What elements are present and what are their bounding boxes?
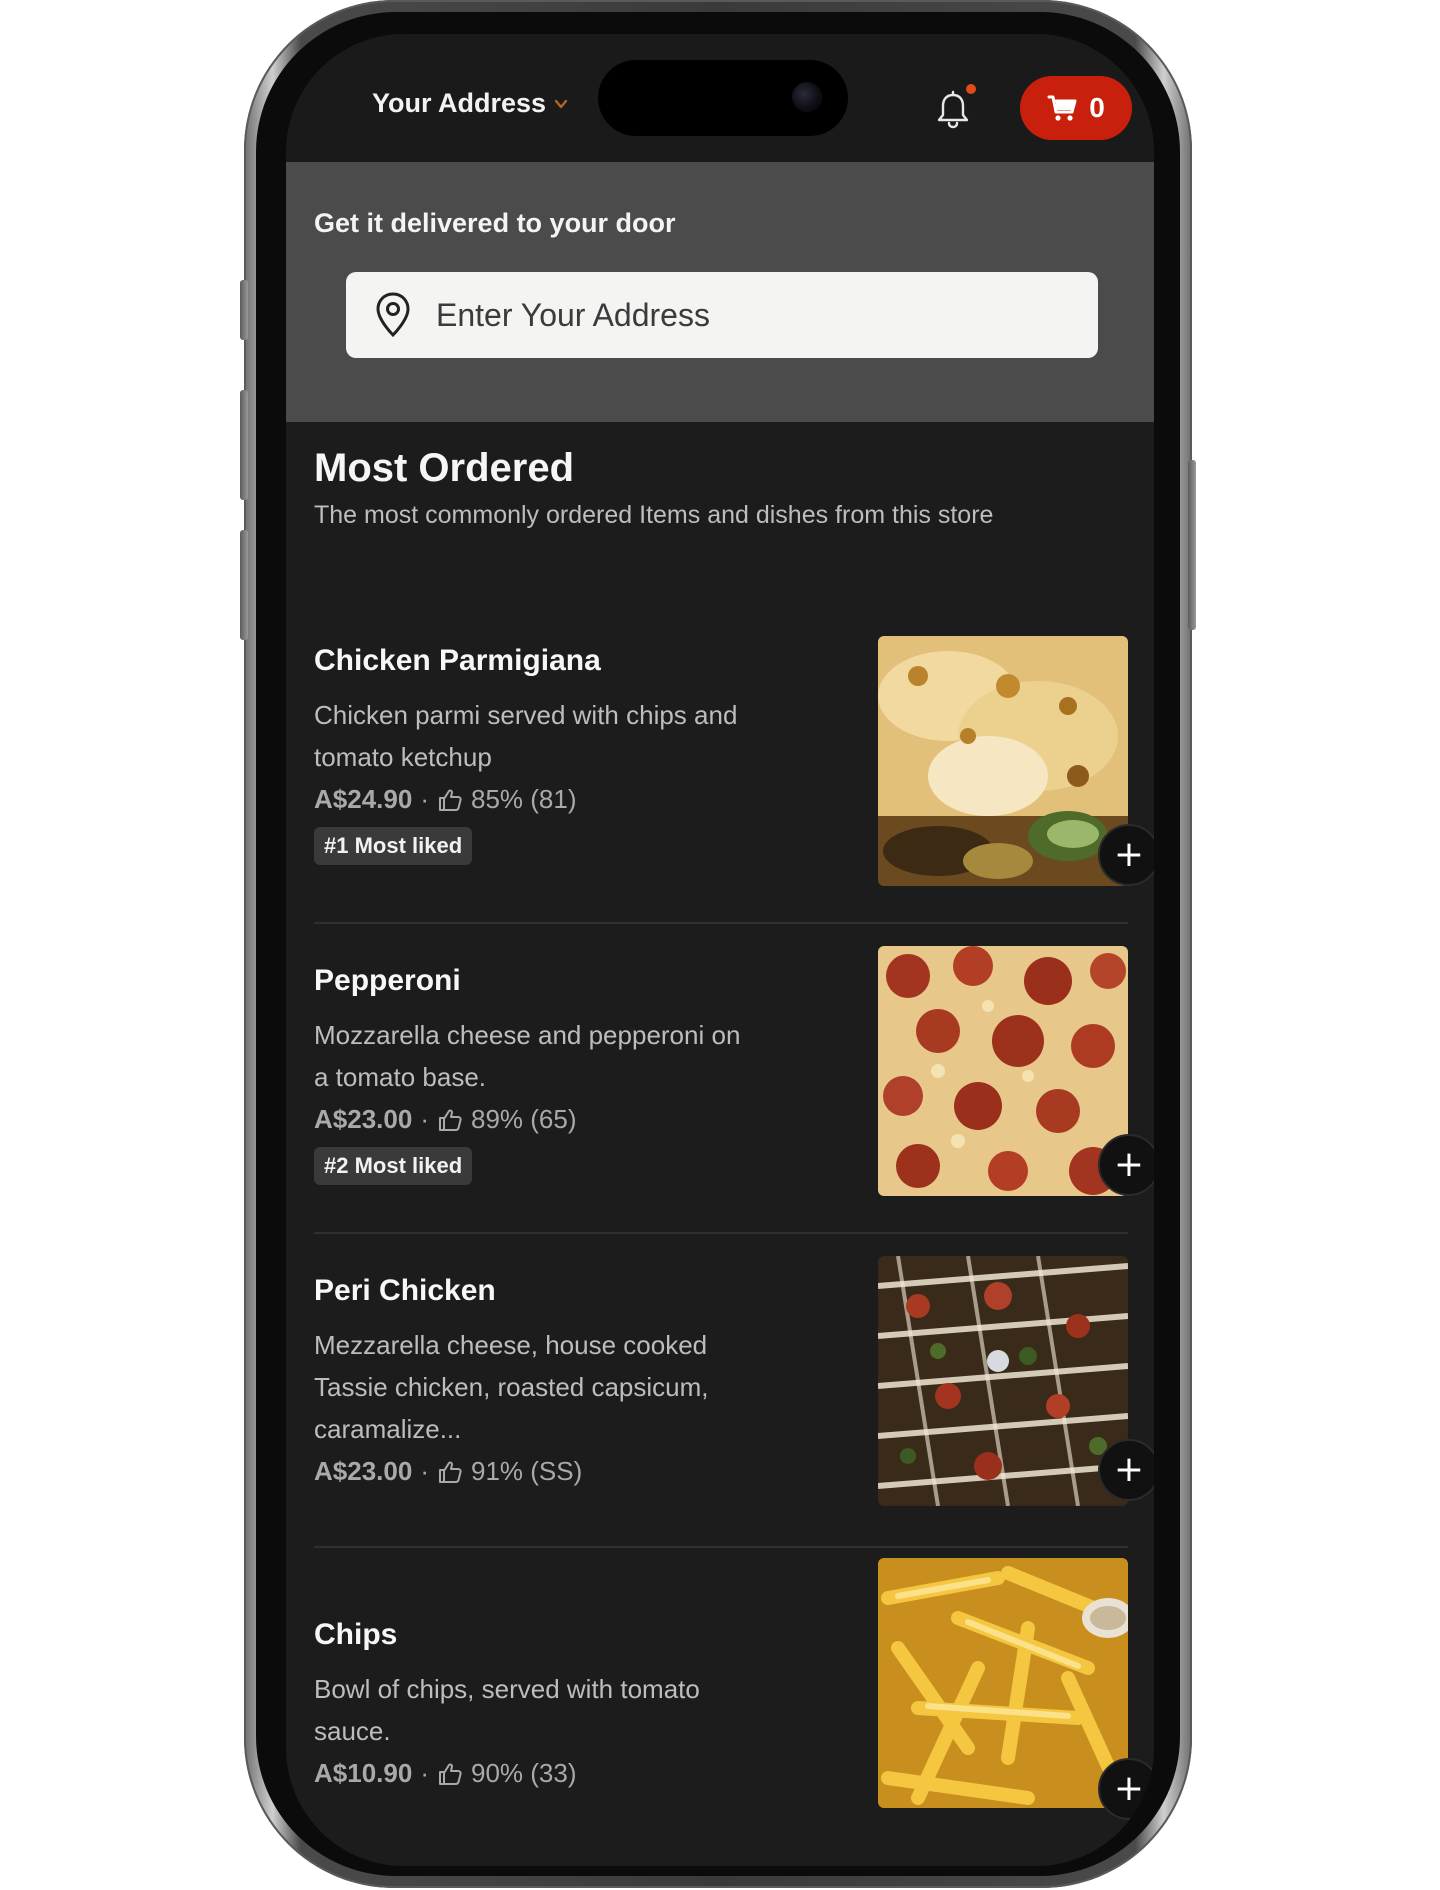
item-photo (878, 636, 1128, 886)
separator: · (420, 1456, 429, 1486)
item-text: Pepperoni Mozzarella cheese and pepperon… (314, 964, 754, 1185)
separator: · (420, 784, 429, 814)
plus-icon: + (1113, 1768, 1145, 1809)
stage: Your Address 0 Get it delivered to your … (0, 0, 1440, 1890)
item-price: A$23.00 (314, 1456, 413, 1486)
item-name: Pepperoni (314, 964, 461, 997)
address-selector[interactable]: Your Address (372, 88, 568, 119)
item-meta: A$10.90 · 90% (33) (314, 1758, 754, 1789)
address-input[interactable] (434, 295, 1078, 335)
item-photo (878, 946, 1128, 1196)
item-name: Chips (314, 1618, 398, 1651)
bell-icon[interactable] (936, 90, 970, 130)
item-rating: 90% (33) (470, 1758, 577, 1788)
menu-item-peri-chicken[interactable]: Peri Chicken Mezzarella cheese, house co… (286, 1234, 1154, 1534)
separator: · (420, 1104, 429, 1134)
menu-item-pepperoni[interactable]: Pepperoni Mozzarella cheese and pepperon… (286, 924, 1154, 1224)
plus-icon: + (1113, 1144, 1145, 1185)
pepperoni-pizza-image (878, 946, 1128, 1196)
item-photo (878, 1558, 1128, 1808)
cart-button[interactable]: 0 (1020, 76, 1132, 140)
thumbs-up-icon (438, 1461, 462, 1483)
item-price: A$10.90 (314, 1758, 413, 1788)
item-meta: A$23.00 · 89% (65) (314, 1104, 754, 1135)
power-button (1188, 460, 1196, 630)
item-photo (878, 1256, 1128, 1506)
delivery-section: Get it delivered to your door (286, 162, 1154, 422)
item-description: Bowl of chips, served with tomato sauce. (314, 1674, 700, 1746)
volume-down-button (240, 530, 248, 640)
item-description: Mozzarella cheese and pepperoni on a tom… (314, 1020, 741, 1092)
item-rating: 85% (81) (470, 784, 577, 814)
cart-icon (1047, 95, 1077, 121)
add-to-cart-button[interactable]: + (1098, 1439, 1154, 1501)
thumbs-up-icon (438, 789, 462, 811)
camera-lens (792, 82, 822, 112)
plus-icon: + (1113, 834, 1145, 875)
item-text: Chicken Parmigiana Chicken parmi served … (314, 644, 754, 865)
location-pin-icon (376, 292, 410, 338)
section-subtitle: The most commonly ordered Items and dish… (314, 501, 994, 529)
thumbs-up-icon (438, 1109, 462, 1131)
delivery-title: Get it delivered to your door (314, 208, 676, 238)
add-to-cart-button[interactable]: + (1098, 1758, 1154, 1820)
most-ordered-header: Most Ordered The most commonly ordered I… (314, 446, 993, 530)
notification-dot (966, 84, 976, 94)
item-name: Chicken Parmigiana (314, 644, 601, 677)
menu-item-chicken-parmigiana[interactable]: Chicken Parmigiana Chicken parmi served … (286, 614, 1154, 914)
item-rating: 91% (SS) (470, 1456, 583, 1486)
item-name: Peri Chicken (314, 1274, 496, 1307)
chevron-down-icon (554, 99, 568, 108)
item-meta: A$23.00 · 91% (SS) (314, 1456, 754, 1487)
chicken-parmigiana-image (878, 636, 1128, 886)
address-label: Your Address (372, 88, 547, 118)
item-description: Mezzarella cheese, house cooked Tassie c… (314, 1330, 709, 1444)
volume-up-button (240, 390, 248, 500)
plus-icon: + (1113, 1449, 1145, 1490)
item-text: Peri Chicken Mezzarella cheese, house co… (314, 1274, 754, 1487)
cart-count: 0 (1089, 92, 1105, 123)
action-button (240, 280, 248, 340)
item-text: Chips Bowl of chips, served with tomato … (314, 1618, 754, 1789)
item-rating: 89% (65) (470, 1104, 577, 1134)
app-screen: Your Address 0 Get it delivered to your … (286, 34, 1154, 1866)
peri-chicken-pizza-image (878, 1256, 1128, 1506)
section-title: Most Ordered (314, 446, 575, 490)
add-to-cart-button[interactable]: + (1098, 824, 1154, 886)
separator: · (420, 1758, 429, 1788)
most-liked-badge: #2 Most liked (314, 1147, 473, 1185)
thumbs-up-icon (438, 1763, 462, 1785)
add-to-cart-button[interactable]: + (1098, 1134, 1154, 1196)
most-liked-badge: #1 Most liked (314, 827, 473, 865)
item-meta: A$24.90 · 85% (81) (314, 784, 754, 815)
item-price: A$24.90 (314, 784, 413, 814)
dynamic-island (598, 60, 848, 136)
menu-item-chips[interactable]: Chips Bowl of chips, served with tomato … (286, 1548, 1154, 1848)
item-description: Chicken parmi served with chips and toma… (314, 700, 738, 772)
item-price: A$23.00 (314, 1104, 413, 1134)
address-search-box[interactable] (346, 272, 1098, 358)
chips-image (878, 1558, 1128, 1808)
